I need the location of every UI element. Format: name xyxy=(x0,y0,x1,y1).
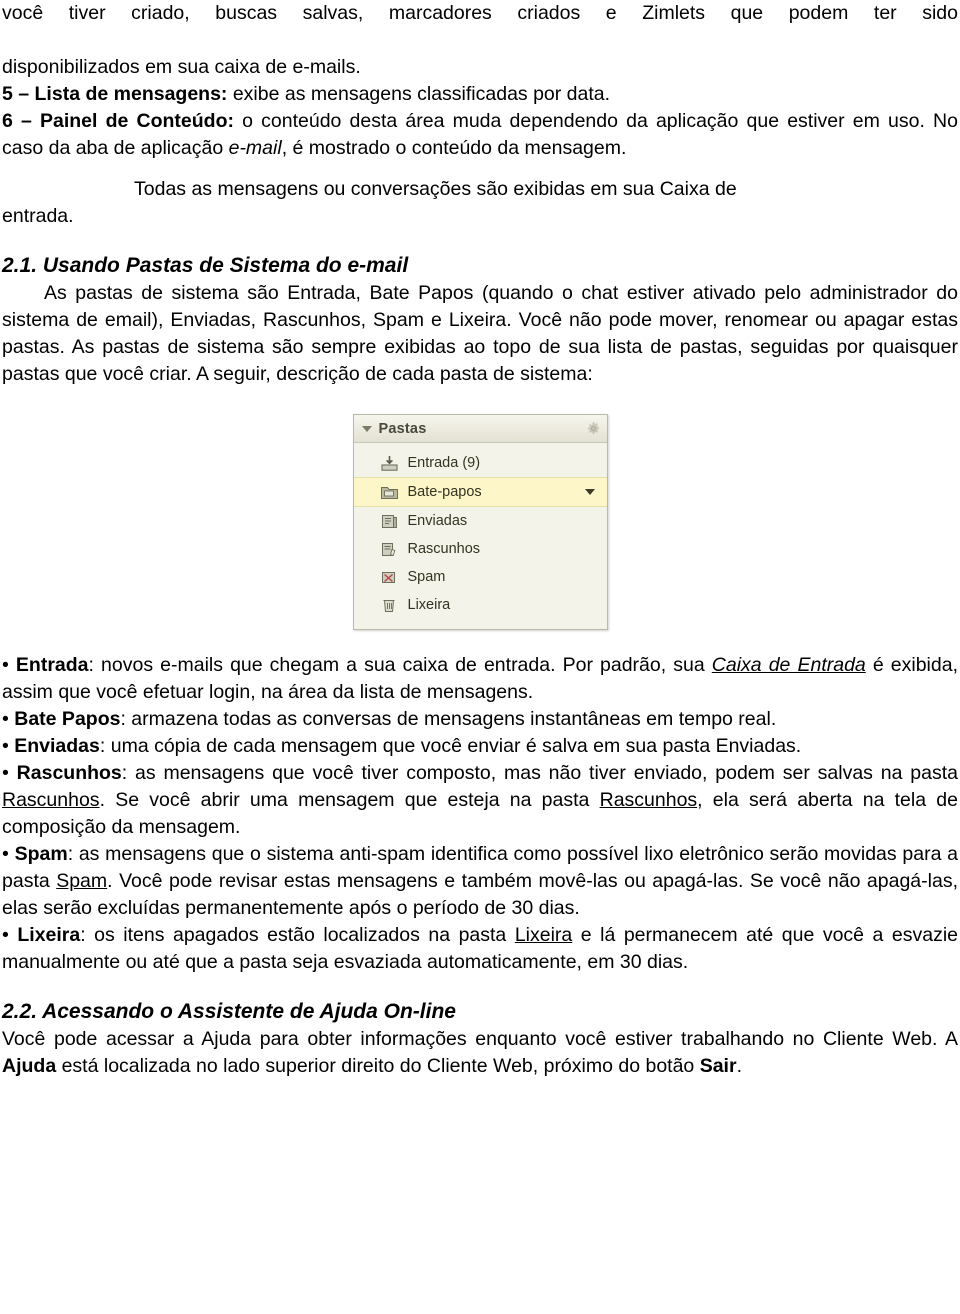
item6-text-b: , é mostrado o conteúdo da mensagem. xyxy=(281,137,627,159)
folder-row-entrada[interactable]: Entrada (9) xyxy=(354,449,607,477)
bullet-text-2: . Você pode revisar estas mensagens e ta… xyxy=(2,870,958,919)
folder-row-enviadas[interactable]: Enviadas xyxy=(354,507,607,535)
bullet-underline-1: Spam xyxy=(56,870,108,892)
paragraph-item-6: 6 – Painel de Conteúdo: o conteúdo desta… xyxy=(2,108,958,162)
bullet-underline-italic: Caixa de Entrada xyxy=(711,654,866,676)
item6-italic: e-mail xyxy=(228,137,282,159)
item6-label: 6 – Painel de Conteúdo: xyxy=(2,110,234,132)
spam-folder-icon xyxy=(380,569,399,586)
list-item-enviadas: • Enviadas: uma cópia de cada mensagem q… xyxy=(2,733,958,760)
item5-label: 5 – Lista de mensagens: xyxy=(2,83,228,105)
inbox-icon xyxy=(380,455,399,472)
bullet-glyph: • xyxy=(2,762,9,784)
body-2-2-b: está localizada no lado superior direito… xyxy=(56,1055,700,1077)
folder-label: Enviadas xyxy=(407,513,468,529)
bullet-glyph: • xyxy=(2,654,9,676)
folder-row-rascunhos[interactable]: Rascunhos xyxy=(354,535,607,563)
document-page: você tiver criado, buscas salvas, marcad… xyxy=(0,0,960,1314)
intro-text-a: você tiver criado, buscas salvas, marcad… xyxy=(2,2,958,24)
paragraph-intro-line2: disponibilizados em sua caixa de e-mails… xyxy=(2,54,958,81)
chevron-down-icon[interactable] xyxy=(584,489,595,495)
bullet-label: Enviadas xyxy=(14,735,100,757)
folder-row-bate-papos[interactable]: Bate-papos xyxy=(353,477,607,507)
bullet-label: Rascunhos xyxy=(16,762,122,784)
intro-text-b: disponibilizados em sua caixa de e-mails… xyxy=(2,56,361,78)
folder-label: Rascunhos xyxy=(407,541,481,557)
list-item-spam: • Spam: as mensagens que o sistema anti-… xyxy=(2,841,958,922)
body-2-2-bold-ajuda: Ajuda xyxy=(2,1055,57,1077)
folder-label: Lixeira xyxy=(407,597,451,613)
bullet-text-1: : os itens apagados estão localizados na… xyxy=(80,924,515,946)
folders-panel-header[interactable]: Pastas xyxy=(353,415,607,443)
bullet-text-1: : as mensagens que você tiver composto, … xyxy=(121,762,958,784)
trash-folder-icon xyxy=(380,597,399,614)
folders-list: Entrada (9) Bate-papos Enviadas Rascunho… xyxy=(353,443,607,629)
bullet-underline-2: Rascunhos xyxy=(599,789,698,811)
list-item-bate-papos: • Bate Papos: armazena todas as conversa… xyxy=(2,706,958,733)
folder-label: Spam xyxy=(407,569,446,585)
bullet-label: Lixeira xyxy=(17,924,81,946)
bullet-label: Bate Papos xyxy=(14,708,121,730)
bullet-glyph: • xyxy=(2,924,9,946)
list-item-lixeira: • Lixeira: os itens apagados estão local… xyxy=(2,922,958,976)
caixa-entrada-text-b: entrada. xyxy=(2,205,74,227)
collapse-triangle-icon[interactable] xyxy=(361,425,372,432)
body-2-2-bold-sair: Sair xyxy=(699,1055,737,1077)
paragraph-2-2-body: Você pode acessar a Ajuda para obter inf… xyxy=(2,1026,958,1080)
chat-folder-icon xyxy=(380,484,399,501)
folder-row-spam[interactable]: Spam xyxy=(354,563,607,591)
bullet-glyph: • xyxy=(2,708,9,730)
paragraph-caixa-entrada-b: entrada. xyxy=(2,203,958,230)
bullet-label: Entrada xyxy=(15,654,89,676)
gear-icon[interactable] xyxy=(586,421,601,436)
paragraph-item-5: 5 – Lista de mensagens: exibe as mensage… xyxy=(2,81,958,108)
bullet-text-a: : armazena todas as conversas de mensage… xyxy=(120,708,777,730)
drafts-folder-icon xyxy=(380,541,399,558)
folders-panel-title: Pastas xyxy=(378,420,427,437)
bullet-underline-1: Rascunhos xyxy=(2,789,100,811)
bullet-text-2: . Se você abrir uma mensagem que esteja … xyxy=(99,789,600,811)
bullet-underline-1: Lixeira xyxy=(514,924,573,946)
bullet-text-a: : uma cópia de cada mensagem que você en… xyxy=(99,735,802,757)
item5-text: exibe as mensagens classificadas por dat… xyxy=(227,83,611,105)
list-item-rascunhos: • Rascunhos: as mensagens que você tiver… xyxy=(2,760,958,841)
paragraph-caixa-entrada: Todas as mensagens ou conversações são e… xyxy=(2,176,958,203)
paragraph-intro-line1: você tiver criado, buscas salvas, marcad… xyxy=(2,0,958,54)
paragraph-2-1-body: As pastas de sistema são Entrada, Bate P… xyxy=(2,282,958,385)
bullet-label: Spam xyxy=(14,843,68,865)
bullet-glyph: • xyxy=(2,735,9,757)
caixa-entrada-text-a: Todas as mensagens ou conversações são e… xyxy=(134,178,737,200)
folder-label: Entrada (9) xyxy=(407,455,481,471)
folder-label: Bate-papos xyxy=(407,484,482,500)
system-folders-description-list: • Entrada: novos e-mails que chegam a su… xyxy=(2,652,958,976)
document-content: você tiver criado, buscas salvas, marcad… xyxy=(0,0,960,1080)
folders-panel-figure: Pastas Entrada (9) Bate-papos Enviadas R… xyxy=(2,414,958,630)
folders-panel: Pastas Entrada (9) Bate-papos Enviadas R… xyxy=(352,414,608,630)
body-2-2-a: Você pode acessar a Ajuda para obter inf… xyxy=(2,1028,958,1050)
list-item-entrada: • Entrada: novos e-mails que chegam a su… xyxy=(2,652,958,706)
sent-folder-icon xyxy=(380,513,399,530)
body-2-2-c: . xyxy=(736,1055,742,1077)
folder-row-lixeira[interactable]: Lixeira xyxy=(354,591,607,619)
heading-2-1: 2.1. Usando Pastas de Sistema do e-mail xyxy=(2,254,409,277)
heading-2-2: 2.2. Acessando o Assistente de Ajuda On-… xyxy=(2,1000,456,1023)
bullet-text-a: : novos e-mails que chegam a sua caixa d… xyxy=(88,654,712,676)
bullet-glyph: • xyxy=(2,843,9,865)
